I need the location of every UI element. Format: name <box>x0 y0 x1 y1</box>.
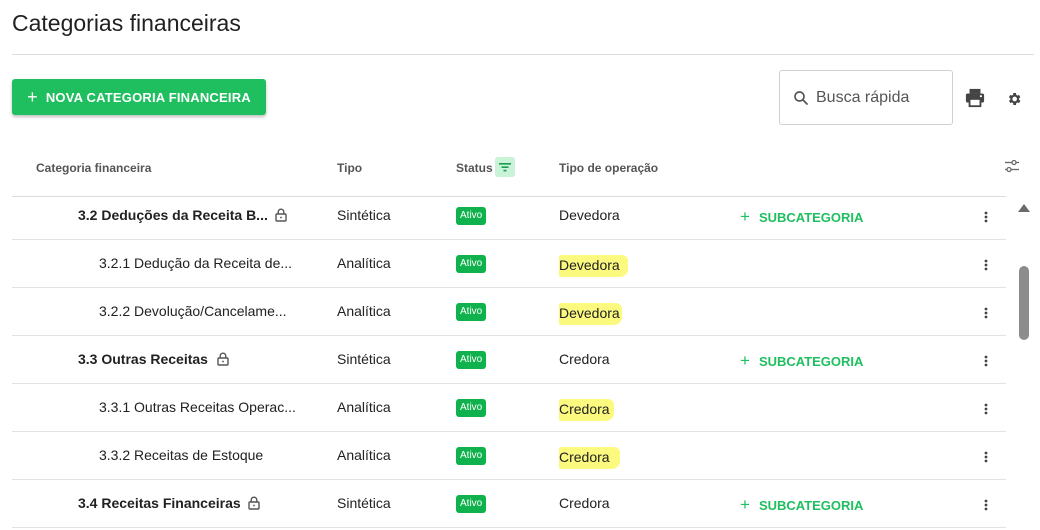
operation-type: Credora <box>559 447 620 469</box>
category-type: Analítica <box>337 303 391 319</box>
operation-type: Credora <box>559 351 610 367</box>
print-icon[interactable] <box>964 88 986 108</box>
more-options-icon[interactable] <box>980 306 992 320</box>
operation-type: Credora <box>559 399 614 421</box>
status-badge: Ativo <box>456 303 487 321</box>
table-row[interactable]: 3.2 Deduções da Receita B... Sintética A… <box>12 191 1006 240</box>
category-name: 3.2.1 Dedução da Receita de... <box>99 255 293 271</box>
column-header-category[interactable]: Categoria financeira <box>36 161 151 175</box>
search-box[interactable] <box>779 70 953 125</box>
category-name: 3.2.2 Devolução/Cancelame... <box>99 303 287 319</box>
new-category-button-label: NOVA CATEGORIA FINANCEIRA <box>45 89 251 105</box>
status-badge: Ativo <box>456 207 487 225</box>
add-subcategory-button[interactable]: + SUBCATEGORIA <box>740 351 863 371</box>
plus-icon: + <box>740 495 750 514</box>
table-header: Categoria financeira Tipo Status Tipo de… <box>0 150 1040 196</box>
more-options-icon[interactable] <box>980 258 992 272</box>
scrollbar-thumb[interactable] <box>1019 266 1029 340</box>
category-type: Analítica <box>337 255 391 271</box>
status-badge: Ativo <box>456 399 487 417</box>
operation-type: Credora <box>559 495 610 511</box>
column-settings-icon[interactable] <box>1004 158 1020 174</box>
more-options-icon[interactable] <box>980 450 992 464</box>
table-row[interactable]: 3.4 Receitas Financeiras Sintética Ativo… <box>12 479 1006 528</box>
category-type: Sintética <box>337 495 391 511</box>
search-input[interactable] <box>814 87 948 108</box>
category-type: Sintética <box>337 207 391 223</box>
column-header-status[interactable]: Status <box>456 161 493 175</box>
status-filter-button[interactable] <box>495 157 515 177</box>
category-name: 3.4 Receitas Financeiras <box>78 495 241 511</box>
gear-icon[interactable] <box>1006 91 1022 107</box>
status-badge: Ativo <box>456 447 487 465</box>
category-name: 3.3.2 Receitas de Estoque <box>99 447 264 463</box>
more-options-icon[interactable] <box>980 354 992 368</box>
add-subcategory-button[interactable]: + SUBCATEGORIA <box>740 495 863 515</box>
category-type: Sintética <box>337 351 391 367</box>
table-row[interactable]: 3.3 Outras Receitas Sintética Ativo Cred… <box>12 335 1006 384</box>
title-divider <box>12 54 1034 55</box>
status-badge: Ativo <box>456 495 487 513</box>
new-category-button[interactable]: + NOVA CATEGORIA FINANCEIRA <box>12 79 266 115</box>
table-row[interactable]: 3.2.1 Dedução da Receita de... Analítica… <box>12 239 1006 288</box>
plus-icon: + <box>27 87 38 107</box>
category-name: 3.2 Deduções da Receita B... <box>78 207 268 223</box>
status-badge: Ativo <box>456 351 487 369</box>
lock-icon <box>217 352 229 366</box>
category-name: 3.3.1 Outras Receitas Operac... <box>99 399 296 415</box>
plus-icon: + <box>740 207 750 226</box>
category-name: 3.3 Outras Receitas <box>78 351 208 367</box>
table-row[interactable]: 3.2.2 Devolução/Cancelame... Analítica A… <box>12 287 1006 336</box>
lock-icon <box>248 496 260 510</box>
add-subcategory-label: SUBCATEGORIA <box>758 353 864 369</box>
add-subcategory-label: SUBCATEGORIA <box>758 209 864 225</box>
column-header-type[interactable]: Tipo <box>337 161 362 175</box>
category-type: Analítica <box>337 447 391 463</box>
add-subcategory-label: SUBCATEGORIA <box>758 497 864 513</box>
scroll-up-arrow-icon[interactable] <box>1017 203 1031 213</box>
filter-icon <box>499 163 511 172</box>
plus-icon: + <box>740 351 750 370</box>
operation-type: Devedora <box>559 207 620 223</box>
category-type: Analítica <box>337 399 391 415</box>
more-options-icon[interactable] <box>980 402 992 416</box>
column-header-operation[interactable]: Tipo de operação <box>559 161 658 175</box>
more-options-icon[interactable] <box>980 498 992 512</box>
operation-type: Devedora <box>559 255 628 277</box>
page-title: Categorias financeiras <box>12 10 241 36</box>
search-icon <box>794 90 808 105</box>
scrollbar-track[interactable] <box>1016 198 1032 530</box>
table-row[interactable]: 3.3.2 Receitas de Estoque Analítica Ativ… <box>12 431 1006 480</box>
add-subcategory-button[interactable]: + SUBCATEGORIA <box>740 207 863 227</box>
table-row[interactable]: 3.3.1 Outras Receitas Operac... Analític… <box>12 383 1006 432</box>
lock-icon <box>275 208 287 222</box>
more-options-icon[interactable] <box>980 210 992 224</box>
operation-type: Devedora <box>559 303 622 325</box>
status-badge: Ativo <box>456 255 487 273</box>
